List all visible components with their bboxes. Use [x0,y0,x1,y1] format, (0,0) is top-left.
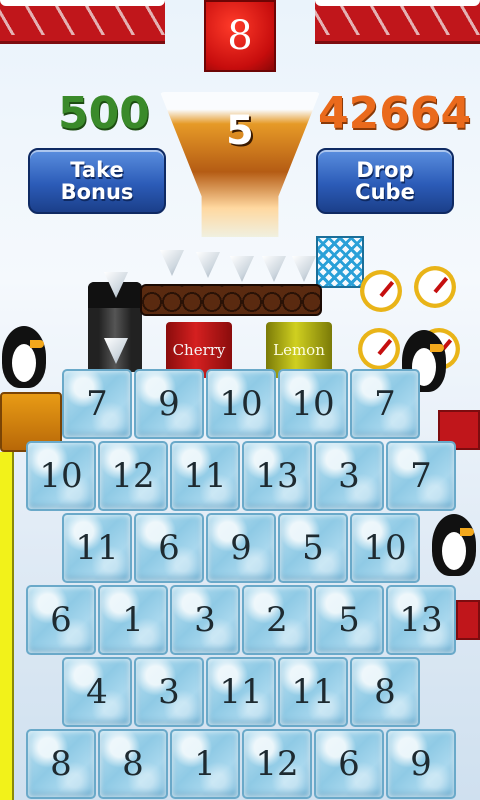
penguin-icon [432,514,476,576]
ice-cube[interactable]: 11 [278,657,348,727]
ice-cube[interactable]: 11 [206,657,276,727]
ice-cube[interactable]: 3 [170,585,240,655]
level-badge: 8 [204,0,276,72]
take-bonus-button[interactable]: Take Bonus [28,148,166,214]
ice-cube[interactable]: 12 [242,729,312,799]
ice-cube[interactable]: 11 [170,441,240,511]
diamond-icon [230,256,254,282]
diamond-icon [160,250,184,276]
ice-cube[interactable]: 6 [26,585,96,655]
ice-cube[interactable]: 2 [242,585,312,655]
ice-cube[interactable]: 10 [206,369,276,439]
ice-cube[interactable]: 7 [62,369,132,439]
spider-web-icon [316,236,364,288]
ice-cube[interactable]: 10 [278,369,348,439]
ice-cube[interactable]: 8 [26,729,96,799]
ice-cube[interactable]: 13 [386,585,456,655]
diamond-icon [262,256,286,282]
diamond-icon [196,252,220,278]
ice-cube[interactable]: 6 [134,513,204,583]
ice-cube[interactable]: 9 [134,369,204,439]
ice-cube[interactable]: 7 [386,441,456,511]
bonus-score: 500 [58,88,150,139]
ice-cube[interactable]: 9 [206,513,276,583]
side-meter [0,452,14,800]
penguin-icon [2,326,46,388]
ice-cube[interactable]: 6 [314,729,384,799]
total-score: 42664 [318,88,472,139]
ice-cube[interactable]: 5 [278,513,348,583]
girder-left [0,0,165,44]
ice-cube[interactable]: 1 [170,729,240,799]
ice-cube[interactable]: 13 [242,441,312,511]
drop-cube-button[interactable]: Drop Cube [316,148,454,214]
ice-cube[interactable]: 7 [350,369,420,439]
ice-cube[interactable]: 3 [314,441,384,511]
ice-cube[interactable]: 9 [386,729,456,799]
ice-cube[interactable]: 10 [350,513,420,583]
glass-count: 5 [226,108,254,154]
ice-cube[interactable]: 4 [62,657,132,727]
ice-cube[interactable]: 11 [62,513,132,583]
ice-cube[interactable]: 8 [350,657,420,727]
ice-cube[interactable]: 10 [26,441,96,511]
conveyor-belt [140,284,322,316]
ice-cube[interactable]: 1 [98,585,168,655]
ice-cube[interactable]: 8 [98,729,168,799]
ice-cube[interactable]: 5 [314,585,384,655]
gauge-icon [414,266,456,308]
ice-cube[interactable]: 12 [98,441,168,511]
girder-block [456,600,480,640]
gauge-icon [358,328,400,370]
diamond-icon [292,256,316,282]
ice-cube[interactable]: 3 [134,657,204,727]
gauge-icon [360,270,402,312]
girder-right [315,0,480,44]
